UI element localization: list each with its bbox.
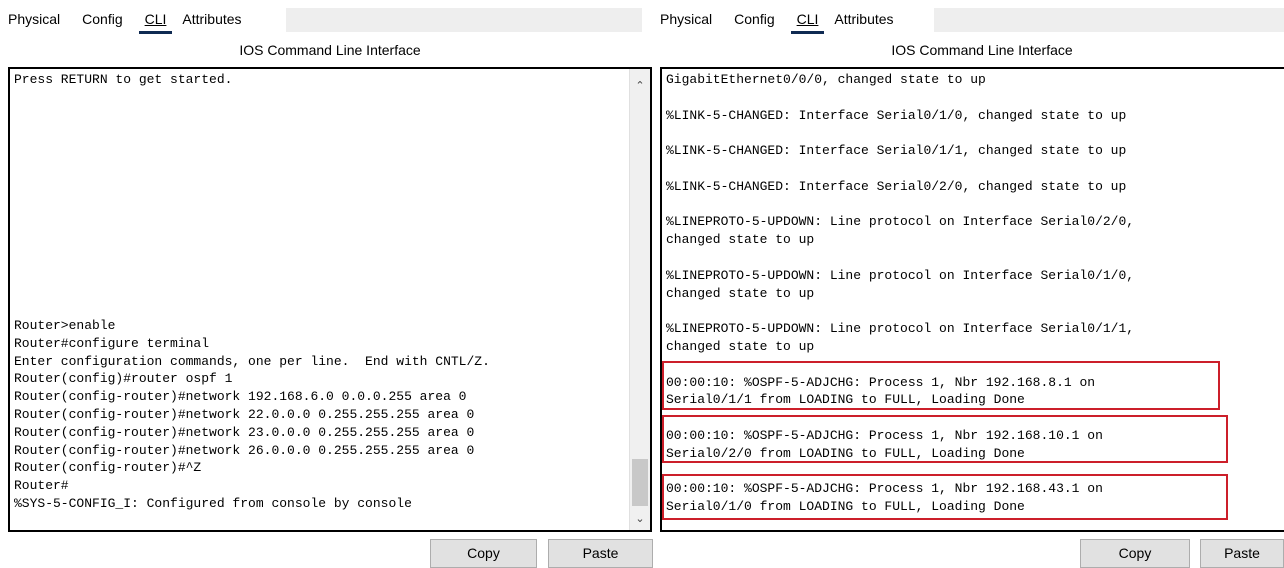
tab-config[interactable]: Config	[726, 6, 782, 32]
left-cli-panel: Physical Config CLI Attributes IOS Comma…	[0, 0, 653, 568]
log-line: %LINEPROTO-5-UPDOWN: Line protocol on In…	[666, 214, 1135, 248]
tab-config[interactable]: Config	[74, 6, 130, 32]
tab-cli[interactable]: CLI	[137, 6, 175, 34]
tab-bar-spacer	[286, 8, 642, 32]
log-line: %LINEPROTO-5-UPDOWN: Line protocol on In…	[666, 267, 1135, 301]
console-header: IOS Command Line Interface	[891, 42, 1073, 58]
paste-button[interactable]: Paste	[548, 539, 653, 568]
tab-attributes[interactable]: Attributes	[174, 6, 249, 32]
tab-physical[interactable]: Physical	[0, 6, 68, 32]
copy-button[interactable]: Copy	[1080, 539, 1190, 568]
console-header: IOS Command Line Interface	[239, 42, 421, 58]
log-blank-line	[666, 124, 1134, 142]
log-blank-line	[666, 160, 1134, 178]
console-scrollbar[interactable]: ⌃ ⌄	[629, 69, 650, 530]
scrollbar-thumb[interactable]	[632, 459, 648, 506]
paste-button[interactable]: Paste	[1200, 539, 1284, 568]
log-line: %LINK-5-CHANGED: Interface Serial0/1/1, …	[666, 143, 1127, 159]
ospf-highlight-box	[662, 361, 1220, 410]
log-blank-line	[666, 196, 1134, 214]
tab-physical[interactable]: Physical	[652, 6, 720, 32]
tab-cli[interactable]: CLI	[789, 6, 827, 34]
console-output: Router>enable Router#configure terminal …	[14, 318, 490, 511]
tab-bar-spacer	[934, 8, 1284, 32]
ospf-highlight-box	[662, 474, 1228, 520]
console-output-top: Press RETURN to get started.	[14, 72, 233, 87]
ospf-highlight-box	[662, 415, 1228, 463]
log-line: GigabitEthernet0/0/0, changed state to u…	[666, 72, 986, 87]
log-blank-line	[666, 89, 1134, 107]
tab-bar: Physical Config CLI Attributes	[652, 6, 902, 34]
log-blank-line	[666, 302, 1134, 320]
chevron-down-icon[interactable]: ⌄	[630, 510, 650, 528]
log-blank-line	[666, 249, 1134, 267]
chevron-up-icon[interactable]: ⌃	[630, 77, 650, 95]
log-line: %LINK-5-CHANGED: Interface Serial0/2/0, …	[666, 178, 1127, 194]
right-cli-panel: Physical Config CLI Attributes IOS Comma…	[652, 0, 1284, 568]
log-line: %LINK-5-CHANGED: Interface Serial0/1/0, …	[666, 107, 1127, 123]
cli-console[interactable]: GigabitEthernet0/0/0, changed state to u…	[660, 67, 1284, 532]
tab-attributes[interactable]: Attributes	[826, 6, 901, 32]
tab-bar: Physical Config CLI Attributes	[0, 6, 250, 34]
log-line: %LINEPROTO-5-UPDOWN: Line protocol on In…	[666, 321, 1135, 354]
cli-console[interactable]: Press RETURN to get started. Router>enab…	[8, 67, 652, 532]
copy-button[interactable]: Copy	[430, 539, 537, 568]
